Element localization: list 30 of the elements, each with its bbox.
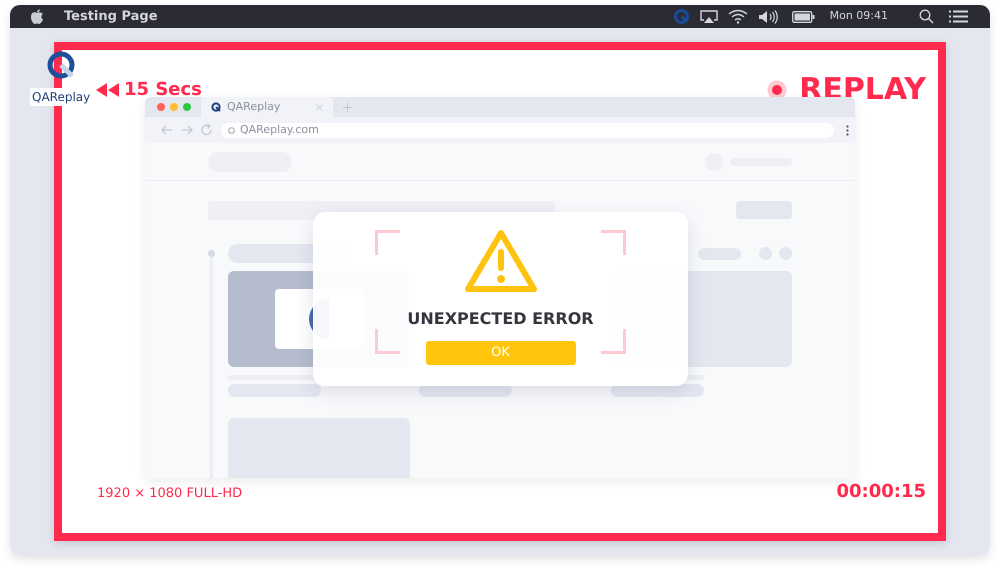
replay-label: REPLAY: [799, 72, 926, 108]
volume-icon[interactable]: [758, 10, 779, 24]
browser-tab[interactable]: QAReplay: [201, 97, 333, 117]
logo-icon: [46, 50, 76, 80]
timer-label: 00:00:15: [836, 480, 926, 504]
rewind-label: 15 Secs: [124, 78, 202, 102]
globe-icon: [228, 126, 235, 134]
placeholder-pill: [698, 248, 741, 260]
search-icon[interactable]: [919, 9, 934, 24]
battery-icon[interactable]: [792, 10, 815, 22]
resolution-label: 1920 × 1080 FULL-HD: [97, 484, 242, 502]
apple-icon[interactable]: [30, 8, 44, 24]
logo-text: QAReplay: [30, 88, 92, 106]
wifi-icon[interactable]: [728, 9, 748, 24]
menu-clock: Mon 09:41: [830, 8, 888, 24]
more-icon[interactable]: [846, 124, 849, 136]
list-icon[interactable]: [949, 10, 968, 23]
corner-bracket: [375, 230, 400, 255]
error-message: UNEXPECTED ERROR: [407, 308, 594, 330]
corner-bracket: [601, 230, 626, 255]
corner-bracket: [601, 329, 626, 354]
address-field[interactable]: QAReplay.com: [221, 122, 834, 138]
tab-title: QAReplay: [227, 98, 282, 115]
rewind-icon[interactable]: [96, 82, 119, 96]
app-name: Testing Page: [64, 8, 158, 26]
ok-button[interactable]: OK: [426, 341, 576, 365]
corner-bracket: [375, 329, 400, 354]
warning-icon: [464, 229, 538, 294]
logo-icon: [211, 102, 221, 112]
airplay-icon[interactable]: [700, 10, 718, 24]
